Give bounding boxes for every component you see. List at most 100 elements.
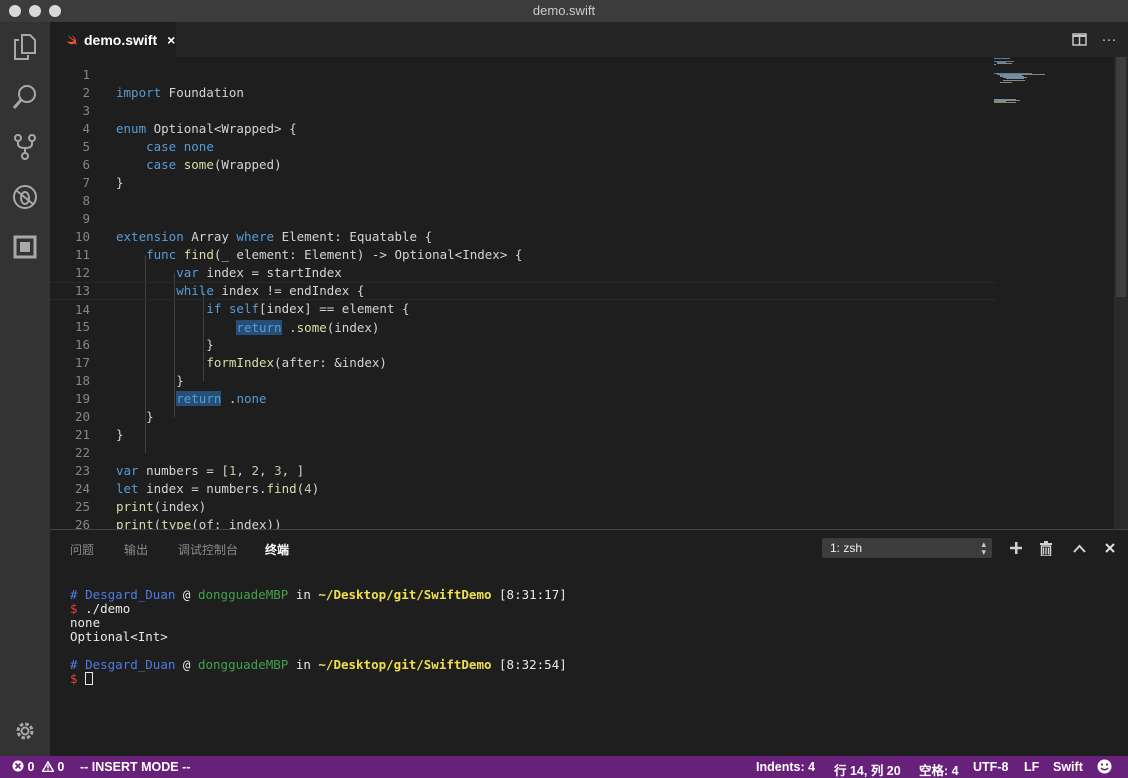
tab-output[interactable]: 输出: [124, 541, 148, 558]
feedback-button[interactable]: [1097, 759, 1112, 777]
prompt-host: dongguadeMBP: [197, 587, 289, 602]
prompt-in: in: [295, 657, 311, 672]
terminal-select-value: 1: zsh: [830, 541, 863, 555]
terminal-command: ./demo: [85, 601, 131, 616]
chevron-up-icon: [1072, 544, 1086, 553]
close-icon: [1105, 543, 1115, 553]
title-bar: demo.swift: [0, 0, 1128, 22]
prompt-in: in: [295, 587, 311, 602]
close-panel-button[interactable]: [1101, 539, 1119, 557]
tab-demo-swift[interactable]: demo.swift ×: [50, 22, 176, 57]
problems-status[interactable]: 0 0: [12, 760, 64, 774]
debug-icon: [13, 185, 37, 209]
tab-problems[interactable]: 问题: [70, 541, 94, 558]
search-button[interactable]: [0, 72, 50, 122]
code-line: 19 }: [50, 372, 996, 424]
plus-icon: [1010, 542, 1022, 554]
warning-icon: [41, 760, 55, 773]
terminal-cursor: [85, 672, 94, 685]
language-mode[interactable]: Swift: [1053, 760, 1083, 774]
extensions-button[interactable]: [0, 222, 50, 272]
settings-button[interactable]: [0, 706, 50, 756]
close-icon[interactable]: ×: [167, 32, 175, 48]
extensions-icon: [13, 235, 37, 259]
status-bar: 0 0 -- INSERT MODE -- Indents: 4 行 14, 列…: [0, 756, 1128, 778]
code-line: 7: [50, 156, 996, 190]
debug-button[interactable]: [0, 172, 50, 222]
tab-debug-console[interactable]: 调试控制台: [178, 541, 238, 558]
kill-terminal-button[interactable]: [1037, 539, 1055, 557]
explorer-button[interactable]: [0, 22, 50, 72]
terminal-output[interactable]: # Desgard_Duan @ dongguadeMBP in ~/Deskt…: [70, 588, 567, 686]
code-line: 24 print(index): [50, 462, 996, 514]
activity-bar: [0, 22, 50, 756]
new-terminal-button[interactable]: [1007, 539, 1025, 557]
prompt-host: dongguadeMBP: [197, 657, 289, 672]
window-title: demo.swift: [532, 3, 596, 18]
current-code-line: 14 return .some(index): [50, 282, 996, 335]
vim-mode: -- INSERT MODE --: [80, 760, 191, 774]
code-line: 10 func find(_ element: Element) -> Opti…: [50, 210, 996, 262]
cursor-position[interactable]: 行 14, 列 20: [834, 760, 901, 778]
terminal-output-line: none: [70, 615, 101, 630]
editor-tab-bar: demo.swift × ···: [50, 22, 1128, 57]
code-line: 6 }: [50, 138, 996, 190]
line-number: 26: [74, 517, 90, 529]
split-editor-button[interactable]: [1070, 30, 1088, 48]
encoding-status[interactable]: UTF-8: [973, 760, 1008, 774]
code-line: 1 import Foundation: [50, 57, 996, 100]
prompt-at: @: [182, 657, 191, 672]
bottom-panel: 问题 输出 调试控制台 终端 1: zsh ▴ ▾ # Desgard_Duan …: [50, 529, 1128, 756]
tab-terminal[interactable]: 终端: [265, 541, 289, 558]
code-line: 25 print(type(of: index)): [50, 480, 996, 529]
split-editor-icon: [1071, 32, 1087, 46]
prompt-path: ~/Desktop/git/SwiftDemo: [318, 657, 492, 672]
code-line: 15 }: [50, 300, 996, 352]
git-branch-icon: [14, 134, 36, 160]
eol-status[interactable]: LF: [1024, 760, 1039, 774]
warning-count: 0: [57, 760, 65, 774]
maximize-panel-button[interactable]: [1070, 539, 1088, 557]
code-line: 8: [50, 174, 996, 208]
code-line: 17 }: [50, 336, 996, 388]
terminal-select[interactable]: 1: zsh ▴ ▾: [822, 538, 992, 558]
code-line: 12 while index != endIndex {: [50, 246, 996, 298]
prompt-hash: #: [70, 587, 78, 602]
terminal-output-line: Optional<Int>: [70, 629, 168, 644]
spaces-status[interactable]: 空格: 4: [919, 760, 959, 778]
code-line: 18 return .none: [50, 354, 996, 406]
prompt-path: ~/Desktop/git/SwiftDemo: [318, 587, 492, 602]
indents-status[interactable]: Indents: 4: [756, 760, 815, 774]
prompt-user: Desgard_Duan: [85, 587, 176, 602]
tab-label: demo.swift: [84, 31, 158, 48]
prompt-time: [8:31:17]: [499, 587, 567, 602]
source-control-button[interactable]: [0, 122, 50, 172]
code-line: 16 formIndex(after: &index): [50, 318, 996, 370]
updown-caret-icon: ▴ ▾: [981, 539, 986, 557]
code-line: 2: [50, 66, 996, 100]
smiley-icon: [1097, 759, 1112, 774]
code-line: 26: [50, 498, 996, 529]
minimap[interactable]: [994, 57, 1054, 117]
editor-scrollbar-thumb[interactable]: [1116, 57, 1126, 297]
swift-icon: [67, 35, 77, 45]
code-line: 3 enum Optional<Wrapped> {: [50, 84, 996, 136]
code-line: 22 var numbers = [1, 2, 3, ]: [50, 426, 996, 478]
code-line: 5 case some(Wrapped): [50, 120, 996, 172]
prompt-at: @: [182, 587, 191, 602]
code-line: 11 var index = startIndex: [50, 228, 996, 280]
prompt-time: [8:32:54]: [499, 657, 567, 672]
error-count: 0: [27, 760, 35, 774]
error-icon: [12, 760, 24, 772]
code-line: 9 extension Array where Element: Equatab…: [50, 192, 996, 244]
code-line: 4 case none: [50, 102, 996, 154]
code-editor[interactable]: 1 import Foundation 2 3 enum Optional<Wr…: [50, 57, 1128, 529]
code-line: 21: [50, 408, 996, 442]
code-text: print(type(of: index)): [116, 517, 282, 529]
more-actions-button[interactable]: ···: [1100, 30, 1118, 48]
prompt-dollar: $: [70, 601, 78, 616]
code-line: 13 if self[index] == element {: [50, 264, 996, 316]
prompt-hash: #: [70, 657, 78, 672]
ellipsis-icon: ···: [1101, 30, 1117, 48]
trash-icon: [1040, 540, 1052, 556]
